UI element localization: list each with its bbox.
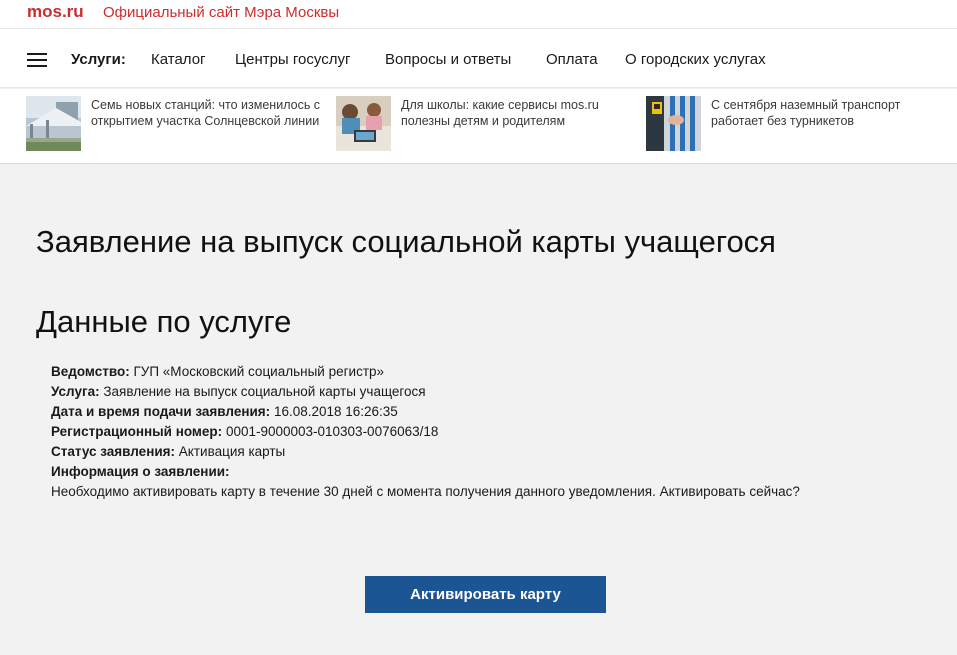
activate-card-button[interactable]: Активировать карту xyxy=(365,576,606,613)
info-text: Необходимо активировать карту в течение … xyxy=(51,484,800,499)
service-details: Ведомство: ГУП «Московский социальный ре… xyxy=(51,362,931,502)
detail-label: Информация о заявлении: xyxy=(51,464,230,479)
metro-station-photo xyxy=(26,96,81,151)
nav-item-payment[interactable]: Оплата xyxy=(546,51,598,68)
school-children-photo xyxy=(336,96,391,151)
news-text[interactable]: С сентября наземный транспорт работает б… xyxy=(711,97,951,129)
main-content: Заявление на выпуск социальной карты уча… xyxy=(0,164,957,655)
detail-label: Услуга: xyxy=(51,384,100,399)
nav-item-catalog[interactable]: Каталог xyxy=(151,51,206,68)
detail-label: Регистрационный номер: xyxy=(51,424,223,439)
site-title[interactable]: Официальный сайт Мэра Москвы xyxy=(103,4,339,21)
detail-label: Дата и время подачи заявления: xyxy=(51,404,271,419)
detail-row-info: Информация о заявлении: xyxy=(51,462,931,482)
detail-value: ГУП «Московский социальный регистр» xyxy=(133,364,385,379)
news-strip: Семь новых станций: что изменилось с отк… xyxy=(0,89,957,164)
detail-row-status: Статус заявления: Активация карты xyxy=(51,442,931,462)
news-text[interactable]: Для школы: какие сервисы mos.ru полезны … xyxy=(401,97,641,129)
services-label: Услуги: xyxy=(71,51,126,68)
nav-item-service-centers[interactable]: Центры госуслуг xyxy=(235,51,350,68)
detail-row-service: Услуга: Заявление на выпуск социальной к… xyxy=(51,382,931,402)
page-title: Заявление на выпуск социальной карты уча… xyxy=(36,224,776,259)
detail-label: Статус заявления: xyxy=(51,444,176,459)
detail-value: Активация карты xyxy=(178,444,286,459)
menu-icon[interactable] xyxy=(27,53,47,69)
detail-label: Ведомство: xyxy=(51,364,130,379)
services-nav: Услуги: Каталог Центры госуслуг Вопросы … xyxy=(0,28,957,88)
detail-value: Заявление на выпуск социальной карты уча… xyxy=(103,384,426,399)
detail-row-date: Дата и время подачи заявления: 16.08.201… xyxy=(51,402,931,422)
detail-value: 16.08.2018 16:26:35 xyxy=(273,404,398,419)
turnstile-photo xyxy=(646,96,701,151)
mos-ru-logo[interactable]: mos.ru xyxy=(27,2,84,22)
nav-item-about-services[interactable]: О городских услугах xyxy=(625,51,766,68)
detail-row-agency: Ведомство: ГУП «Московский социальный ре… xyxy=(51,362,931,382)
detail-row-regnum: Регистрационный номер: 0001-9000003-0103… xyxy=(51,422,931,442)
section-title: Данные по услуге xyxy=(36,304,292,339)
detail-value: 0001-9000003-010303-0076063/18 xyxy=(225,424,439,439)
top-bar: mos.ru Официальный сайт Мэра Москвы xyxy=(0,0,957,28)
news-text[interactable]: Семь новых станций: что изменилось с отк… xyxy=(91,97,331,129)
nav-item-faq[interactable]: Вопросы и ответы xyxy=(385,51,511,68)
